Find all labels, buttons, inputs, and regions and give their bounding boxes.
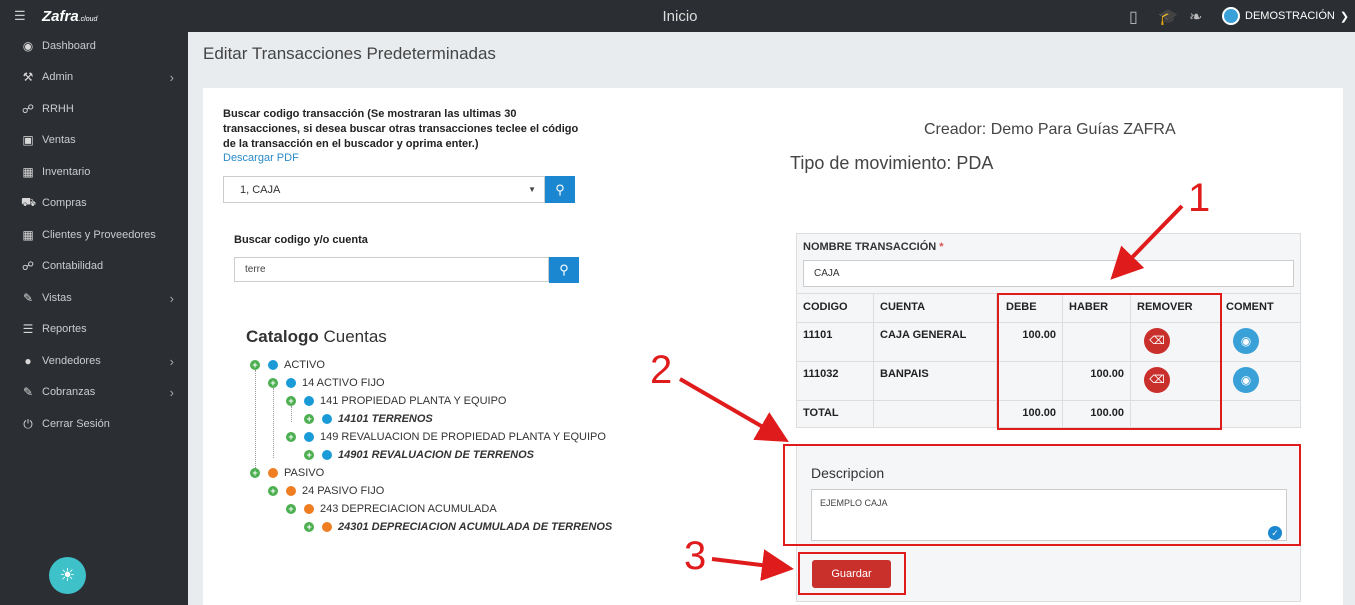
annotation-arrow-2 [678,377,789,443]
annotation-arrows [678,204,1184,581]
annotation-arrow-1 [1110,204,1184,280]
annotation-arrow-3 [711,549,794,581]
